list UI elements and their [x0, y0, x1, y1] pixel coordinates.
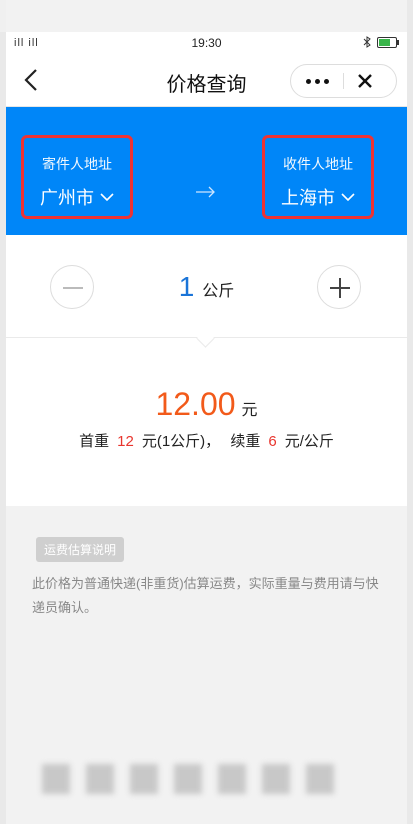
- estimate-note-text: 此价格为普通快递(非重货)估算运费，实际重量与费用请与快递员确认。: [32, 576, 379, 615]
- more-options-icon[interactable]: [291, 65, 343, 97]
- close-icon[interactable]: [355, 71, 375, 91]
- chevron-down-icon: [100, 193, 114, 202]
- receiver-city: 上海市: [281, 188, 335, 208]
- sender-address-selector[interactable]: 寄件人地址 广州市: [21, 135, 133, 219]
- first-weight-price: 12: [117, 433, 134, 450]
- status-bar: ill ill 19:30: [6, 32, 407, 54]
- weight-value: 1: [178, 271, 195, 302]
- weight-unit: 公斤: [202, 283, 235, 300]
- phone-screen: ill ill 19:30 价格查询 寄件人地址 广州市 收件人地址 上海市 1…: [6, 0, 407, 824]
- price-card: 12.00 元 首重 12 元(1公斤)， 续重 6 元/公斤: [6, 338, 407, 506]
- battery-icon: [377, 36, 399, 48]
- receiver-address-label: 收件人地址: [283, 156, 353, 172]
- chevron-down-icon: [341, 193, 355, 202]
- route-banner: 寄件人地址 广州市 收件人地址 上海市: [6, 107, 407, 235]
- nav-bar: 价格查询: [6, 54, 407, 107]
- weight-stepper: 1 公斤: [6, 235, 407, 338]
- sender-city: 广州市: [40, 188, 94, 208]
- blurred-footer: [42, 764, 334, 794]
- increase-weight-button[interactable]: [317, 265, 361, 309]
- estimate-note-tag: 运费估算说明: [36, 537, 125, 562]
- status-time: 19:30: [191, 36, 222, 50]
- arrow-right-icon: [196, 186, 215, 198]
- receiver-address-selector[interactable]: 收件人地址 上海市: [262, 135, 374, 219]
- extra-weight-price: 6: [268, 433, 277, 450]
- price-amount: 12.00: [155, 386, 236, 422]
- price-breakdown: 首重 12 元(1公斤)， 续重 6 元/公斤: [79, 433, 334, 450]
- mini-program-capsule: [290, 64, 397, 98]
- bluetooth-icon: [363, 36, 371, 48]
- price-currency: 元: [241, 402, 258, 419]
- sender-address-label: 寄件人地址: [42, 156, 112, 172]
